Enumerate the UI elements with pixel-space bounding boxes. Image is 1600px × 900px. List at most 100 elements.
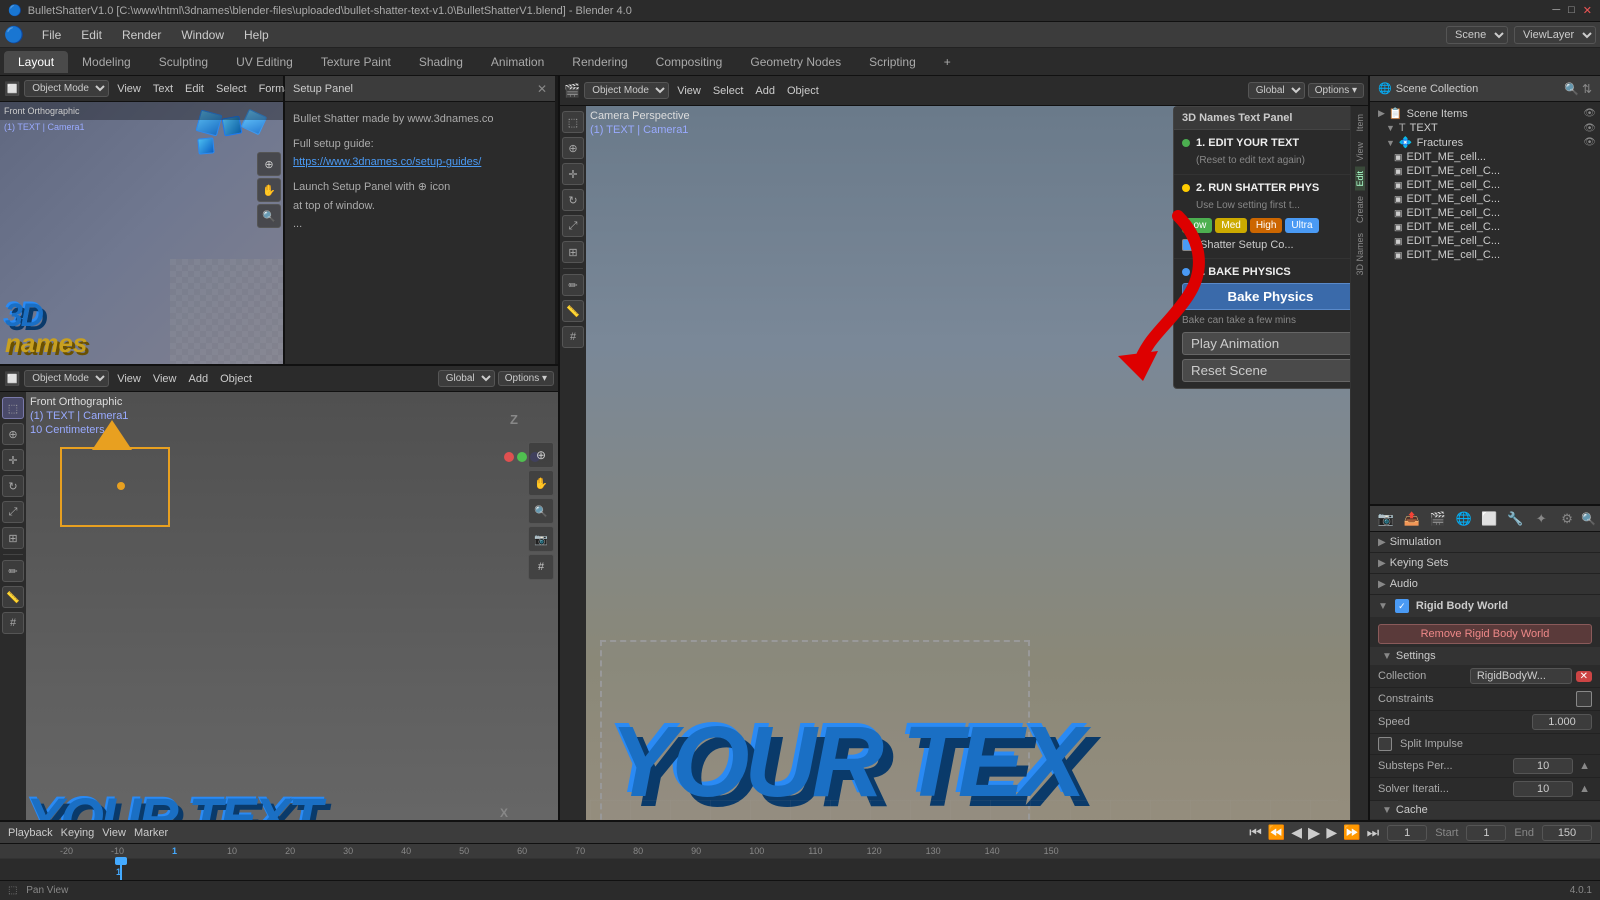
simulation-header[interactable]: ▶ Simulation — [1370, 532, 1600, 552]
tool-annotate[interactable]: ✏ — [2, 560, 24, 582]
center-transform-select[interactable]: Global — [1248, 82, 1305, 99]
shatter-checkbox[interactable] — [1182, 239, 1194, 251]
prev-frame-btn[interactable]: ⏪ — [1268, 824, 1285, 841]
tab-scripting[interactable]: Scripting — [855, 51, 930, 73]
prop-output-icon[interactable]: 📤 — [1401, 508, 1423, 530]
orbit-btn[interactable]: ⊕ — [528, 442, 554, 468]
bake-physics-btn[interactable]: Bake Physics — [1182, 283, 1359, 310]
tree-cell-1[interactable]: ▣ EDIT_ME_cell... — [1370, 150, 1600, 164]
sidebar-create-tab[interactable]: Create — [1355, 192, 1365, 227]
section2-header[interactable]: 2. RUN SHATTER PHYS — [1174, 179, 1367, 197]
tab-animation[interactable]: Animation — [477, 51, 558, 73]
marker-menu[interactable]: Marker — [134, 827, 168, 839]
split-impulse-checkbox[interactable] — [1378, 737, 1392, 751]
maximize-btn[interactable]: □ — [1568, 4, 1575, 17]
close-btn[interactable]: ✕ — [1583, 4, 1592, 17]
sort-icon[interactable]: ⇅ — [1582, 82, 1592, 96]
menu-help[interactable]: Help — [234, 26, 279, 44]
prop-physics-icon[interactable]: ⚙ — [1556, 508, 1578, 530]
tool-cursor[interactable]: ⊕ — [2, 423, 24, 445]
gizmo-orbit-btn[interactable]: ⊕ — [257, 152, 281, 176]
keying-menu[interactable]: Keying — [61, 827, 95, 839]
prop-particles-icon[interactable]: ✦ — [1530, 508, 1552, 530]
audio-header[interactable]: ▶ Audio — [1370, 574, 1600, 594]
rigid-body-header[interactable]: ▼ ✓ Rigid Body World — [1370, 595, 1600, 617]
viewlayer-selector[interactable]: ViewLayer — [1514, 26, 1596, 44]
eye-fractures[interactable]: 👁 — [1583, 137, 1596, 148]
tree-cell-2[interactable]: ▣ EDIT_ME_cell_C... — [1370, 164, 1600, 178]
end-frame-input[interactable] — [1542, 825, 1592, 841]
prop-world-icon[interactable]: 🌐 — [1453, 508, 1475, 530]
go-end-btn[interactable]: ⏭ — [1367, 824, 1380, 841]
quality-high-btn[interactable]: High — [1250, 218, 1283, 233]
mode-select-left[interactable]: Object Mode — [24, 80, 109, 97]
tab-rendering[interactable]: Rendering — [558, 51, 641, 73]
settings-header[interactable]: ▼ Settings — [1370, 647, 1600, 665]
tree-text[interactable]: ▼ T TEXT 👁 — [1370, 121, 1600, 135]
filter-icon-props[interactable]: 🔍 — [1581, 512, 1596, 526]
tool-measure[interactable]: 📏 — [2, 586, 24, 608]
front-mode-select[interactable]: Object Mode — [24, 370, 109, 387]
center-tool-transform[interactable]: ⊞ — [562, 241, 584, 263]
prop-modifier-icon[interactable]: 🔧 — [1504, 508, 1526, 530]
tab-texture[interactable]: Texture Paint — [307, 51, 405, 73]
left-view-menu[interactable]: View — [113, 83, 145, 95]
front-transform-select[interactable]: Global — [438, 370, 495, 387]
tab-uv[interactable]: UV Editing — [222, 51, 307, 73]
pan-btn[interactable]: ✋ — [528, 470, 554, 496]
view-menu-timeline[interactable]: View — [102, 827, 126, 839]
camera-btn[interactable]: 📷 — [528, 526, 554, 552]
next-keyframe-btn[interactable]: ▶ — [1326, 824, 1337, 841]
play-btn[interactable]: ▶ — [1308, 823, 1320, 843]
prop-scene-icon[interactable]: 🎬 — [1427, 508, 1449, 530]
section3-header[interactable]: 3. BAKE PHYSICS — [1174, 263, 1367, 281]
tool-rotate[interactable]: ↻ — [2, 475, 24, 497]
tool-grid[interactable]: # — [2, 612, 24, 634]
cache-header[interactable]: ▼ Cache — [1370, 801, 1600, 819]
tree-cell-7[interactable]: ▣ EDIT_ME_cell_C... — [1370, 234, 1600, 248]
reset-scene-btn[interactable]: Reset Scene — [1182, 359, 1359, 382]
tree-cell-4[interactable]: ▣ EDIT_ME_cell_C... — [1370, 192, 1600, 206]
sidebar-item-tab[interactable]: Item — [1355, 110, 1365, 136]
menu-file[interactable]: File — [32, 26, 71, 44]
go-start-btn[interactable]: ⏮ — [1249, 824, 1262, 841]
tree-scene-items[interactable]: ▶ 📋 Scene Items 👁 — [1370, 106, 1600, 121]
collection-remove-btn[interactable]: ✕ — [1576, 671, 1592, 682]
quality-ultra-btn[interactable]: Ultra — [1285, 218, 1318, 233]
front-select-menu[interactable]: View — [149, 373, 181, 385]
tree-cell-8[interactable]: ▣ EDIT_ME_cell_C... — [1370, 248, 1600, 262]
play-animation-btn[interactable]: Play Animation — [1182, 332, 1359, 355]
next-frame-btn[interactable]: ⏩ — [1343, 824, 1360, 841]
tree-cell-5[interactable]: ▣ EDIT_ME_cell_C... — [1370, 206, 1600, 220]
center-view-menu[interactable]: View — [673, 85, 705, 97]
tab-layout[interactable]: Layout — [4, 51, 68, 73]
quality-low-btn[interactable]: Low — [1182, 218, 1212, 233]
center-mode-select[interactable]: Object Mode — [584, 82, 669, 99]
solver-inc-btn[interactable]: ▲ — [1577, 783, 1592, 795]
center-tool-measure[interactable]: 📏 — [562, 300, 584, 322]
tab-modeling[interactable]: Modeling — [68, 51, 145, 73]
prev-keyframe-btn[interactable]: ◀ — [1291, 824, 1302, 841]
left-text-menu[interactable]: Text — [149, 83, 177, 95]
remove-rigid-body-btn[interactable]: Remove Rigid Body World — [1378, 624, 1592, 644]
sidebar-3dnames-tab[interactable]: 3D Names — [1355, 229, 1365, 280]
constraints-value[interactable] — [1576, 691, 1592, 707]
tool-select[interactable]: ⬚ — [2, 397, 24, 419]
tree-fractures[interactable]: ▼ 💠 Fractures 👁 — [1370, 135, 1600, 150]
center-tool-rotate[interactable]: ↻ — [562, 189, 584, 211]
section1-header[interactable]: 1. EDIT YOUR TEXT — [1174, 134, 1367, 152]
center-add-menu[interactable]: Add — [751, 85, 779, 97]
speed-value[interactable]: 1.000 — [1532, 714, 1592, 730]
tab-geonodes[interactable]: Geometry Nodes — [736, 51, 855, 73]
center-tool-select[interactable]: ⬚ — [562, 111, 584, 133]
center-tool-scale[interactable]: ⤢ — [562, 215, 584, 237]
timeline-cursor[interactable] — [120, 859, 122, 880]
tree-cell-6[interactable]: ▣ EDIT_ME_cell_C... — [1370, 220, 1600, 234]
quality-med-btn[interactable]: Med — [1215, 218, 1246, 233]
front-add-menu[interactable]: Add — [185, 373, 213, 385]
front-options-btn[interactable]: Options ▾ — [498, 371, 554, 386]
center-object-menu[interactable]: Object — [783, 85, 823, 97]
setup-content-link[interactable]: https://www.3dnames.co/setup-guides/ — [293, 153, 547, 172]
gizmo-zoom-btn[interactable]: 🔍 — [257, 204, 281, 228]
left-select-menu[interactable]: Select — [212, 83, 251, 95]
